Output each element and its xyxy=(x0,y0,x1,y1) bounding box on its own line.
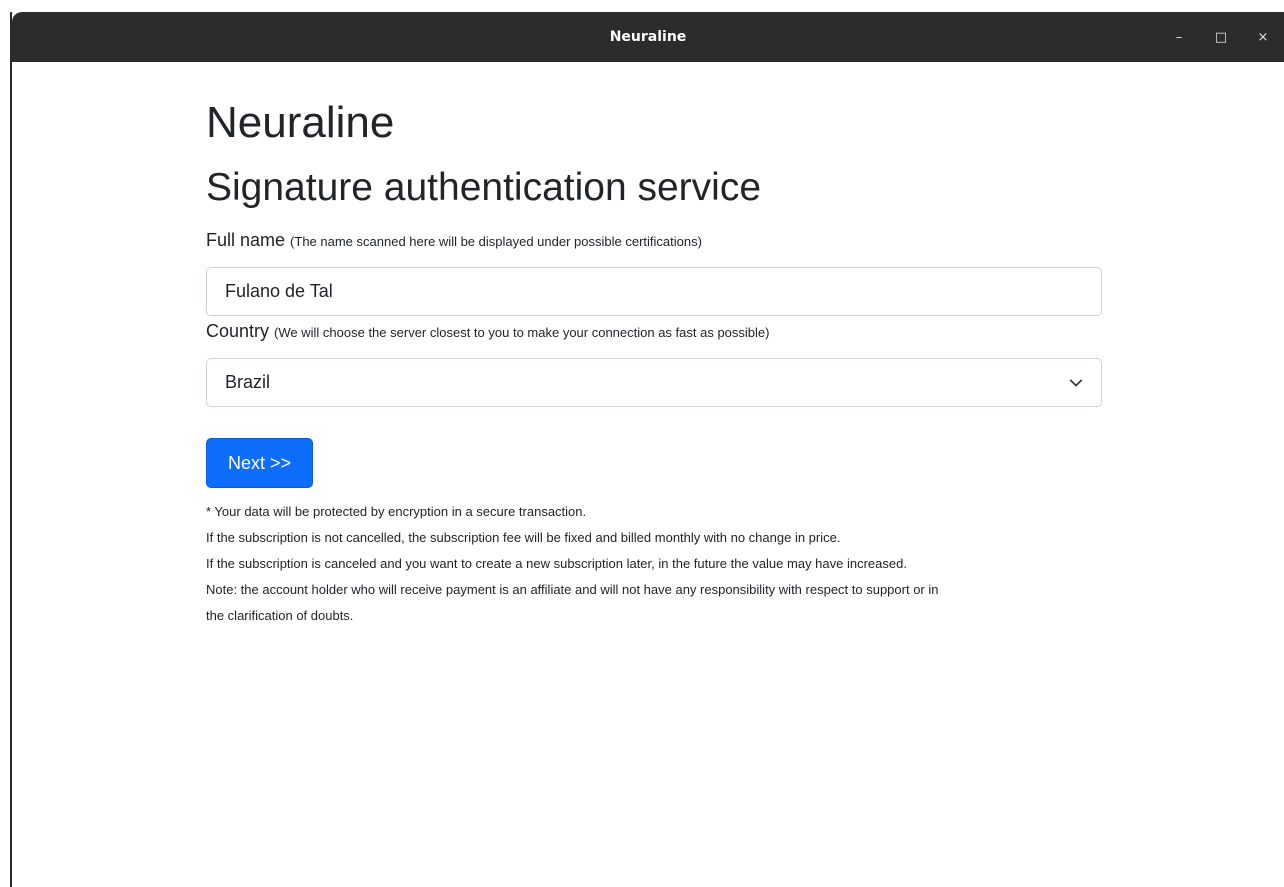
note-line: If the subscription is not cancelled, th… xyxy=(206,530,841,545)
country-label: Country (We will choose the server close… xyxy=(206,321,769,342)
close-button[interactable]: × xyxy=(1242,12,1284,62)
full-name-value: Fulano de Tal xyxy=(225,281,333,301)
page-subtitle: Signature authentication service xyxy=(206,166,762,209)
maximize-button[interactable]: □ xyxy=(1200,12,1242,62)
app-window: Neuraline – □ × Neuraline Signature auth… xyxy=(10,12,1284,887)
country-select[interactable]: Brazil xyxy=(206,358,1102,407)
full-name-hint: (The name scanned here will be displayed… xyxy=(290,234,702,249)
notes-section: * Your data will be protected by encrypt… xyxy=(206,499,1102,629)
full-name-label: Full name (The name scanned here will be… xyxy=(206,230,702,251)
close-icon: × xyxy=(1257,29,1269,45)
page-title: Neuraline xyxy=(206,98,395,147)
note-line: If the subscription is canceled and you … xyxy=(206,556,907,571)
note-line: the clarification of doubts. xyxy=(206,608,354,623)
full-name-input[interactable]: Fulano de Tal xyxy=(206,267,1102,316)
country-label-text: Country xyxy=(206,321,270,341)
minimize-icon: – xyxy=(1175,29,1183,45)
next-button[interactable]: Next >> xyxy=(206,438,313,488)
full-name-label-text: Full name xyxy=(206,230,286,250)
country-hint: (We will choose the server closest to yo… xyxy=(274,325,770,340)
window-title: Neuraline xyxy=(609,29,687,45)
minimize-button[interactable]: – xyxy=(1158,12,1200,62)
title-bar[interactable]: Neuraline – □ × xyxy=(12,12,1284,62)
note-line: Note: the account holder who will receiv… xyxy=(206,582,939,597)
maximize-icon: □ xyxy=(1214,29,1228,45)
window-controls: – □ × xyxy=(1158,12,1284,62)
note-line: * Your data will be protected by encrypt… xyxy=(206,504,587,519)
country-selected-value: Brazil xyxy=(225,372,271,392)
chevron-down-icon xyxy=(1069,379,1083,386)
